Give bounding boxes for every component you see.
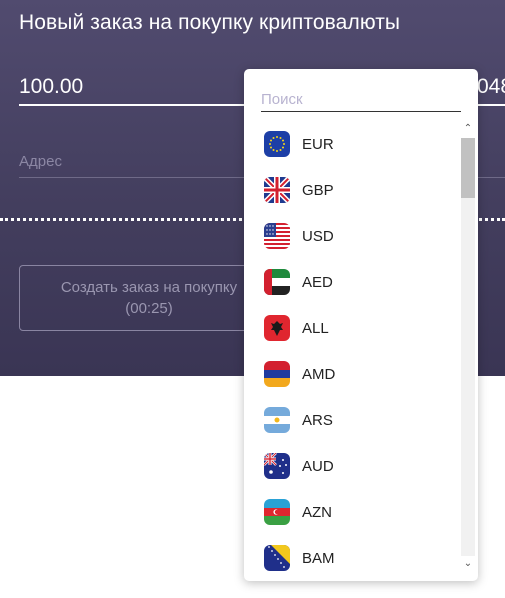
currency-option-aed[interactable]: AED xyxy=(244,259,459,305)
currency-option-usd[interactable]: USD xyxy=(244,213,459,259)
currency-code: AZN xyxy=(302,503,332,521)
page-title: Новый заказ на покупку криптовалюты xyxy=(19,11,401,34)
currency-option-gbp[interactable]: GBP xyxy=(244,167,459,213)
create-order-button[interactable]: Создать заказ на покупку (00:25) xyxy=(19,265,279,331)
currency-search-input[interactable] xyxy=(261,87,461,112)
currency-code: ALL xyxy=(302,319,329,337)
currency-option-eur[interactable]: EUR xyxy=(244,121,459,167)
currency-option-ars[interactable]: ARS xyxy=(244,397,459,443)
crypto-amount-underline xyxy=(478,104,505,106)
currency-code: GBP xyxy=(302,181,334,199)
currency-option-aud[interactable]: AUD xyxy=(244,443,459,489)
uae-flag-icon xyxy=(264,269,290,295)
currency-code: EUR xyxy=(302,135,334,153)
albania-flag-icon xyxy=(264,315,290,341)
armenia-flag-icon xyxy=(264,361,290,387)
address-field[interactable]: Адрес xyxy=(19,153,62,170)
currency-option-all[interactable]: ALL xyxy=(244,305,459,351)
currency-code: BAM xyxy=(302,549,335,567)
amount-underline xyxy=(19,104,249,106)
scrollbar-track[interactable] xyxy=(461,138,475,556)
crypto-amount-value[interactable]: 048 xyxy=(477,75,505,99)
currency-option-amd[interactable]: AMD xyxy=(244,351,459,397)
scroll-up-arrow-icon[interactable]: ⌃ xyxy=(462,123,474,135)
scroll-down-arrow-icon[interactable]: ⌄ xyxy=(462,558,474,570)
bosnia-flag-icon xyxy=(264,545,290,571)
scrollbar-thumb[interactable] xyxy=(461,138,475,198)
eu-flag-icon xyxy=(264,131,290,157)
create-order-button-label: Создать заказ на покупку xyxy=(60,279,238,296)
currency-code: USD xyxy=(302,227,334,245)
uk-flag-icon xyxy=(264,177,290,203)
currency-code: AMD xyxy=(302,365,336,383)
currency-code: AUD xyxy=(302,457,334,475)
currency-dropdown[interactable]: ⌃ ⌄ EUR xyxy=(244,69,478,581)
argentina-flag-icon xyxy=(264,407,290,433)
create-order-timer: (00:25) xyxy=(125,300,173,317)
us-flag-icon xyxy=(264,223,290,249)
currency-option-bam[interactable]: BAM xyxy=(244,535,459,581)
amount-input[interactable]: 100.00 xyxy=(19,75,83,99)
currency-code: ARS xyxy=(302,411,333,429)
currency-code: AED xyxy=(302,273,333,291)
australia-flag-icon xyxy=(264,453,290,479)
currency-option-azn[interactable]: AZN xyxy=(244,489,459,535)
azerbaijan-flag-icon xyxy=(264,499,290,525)
